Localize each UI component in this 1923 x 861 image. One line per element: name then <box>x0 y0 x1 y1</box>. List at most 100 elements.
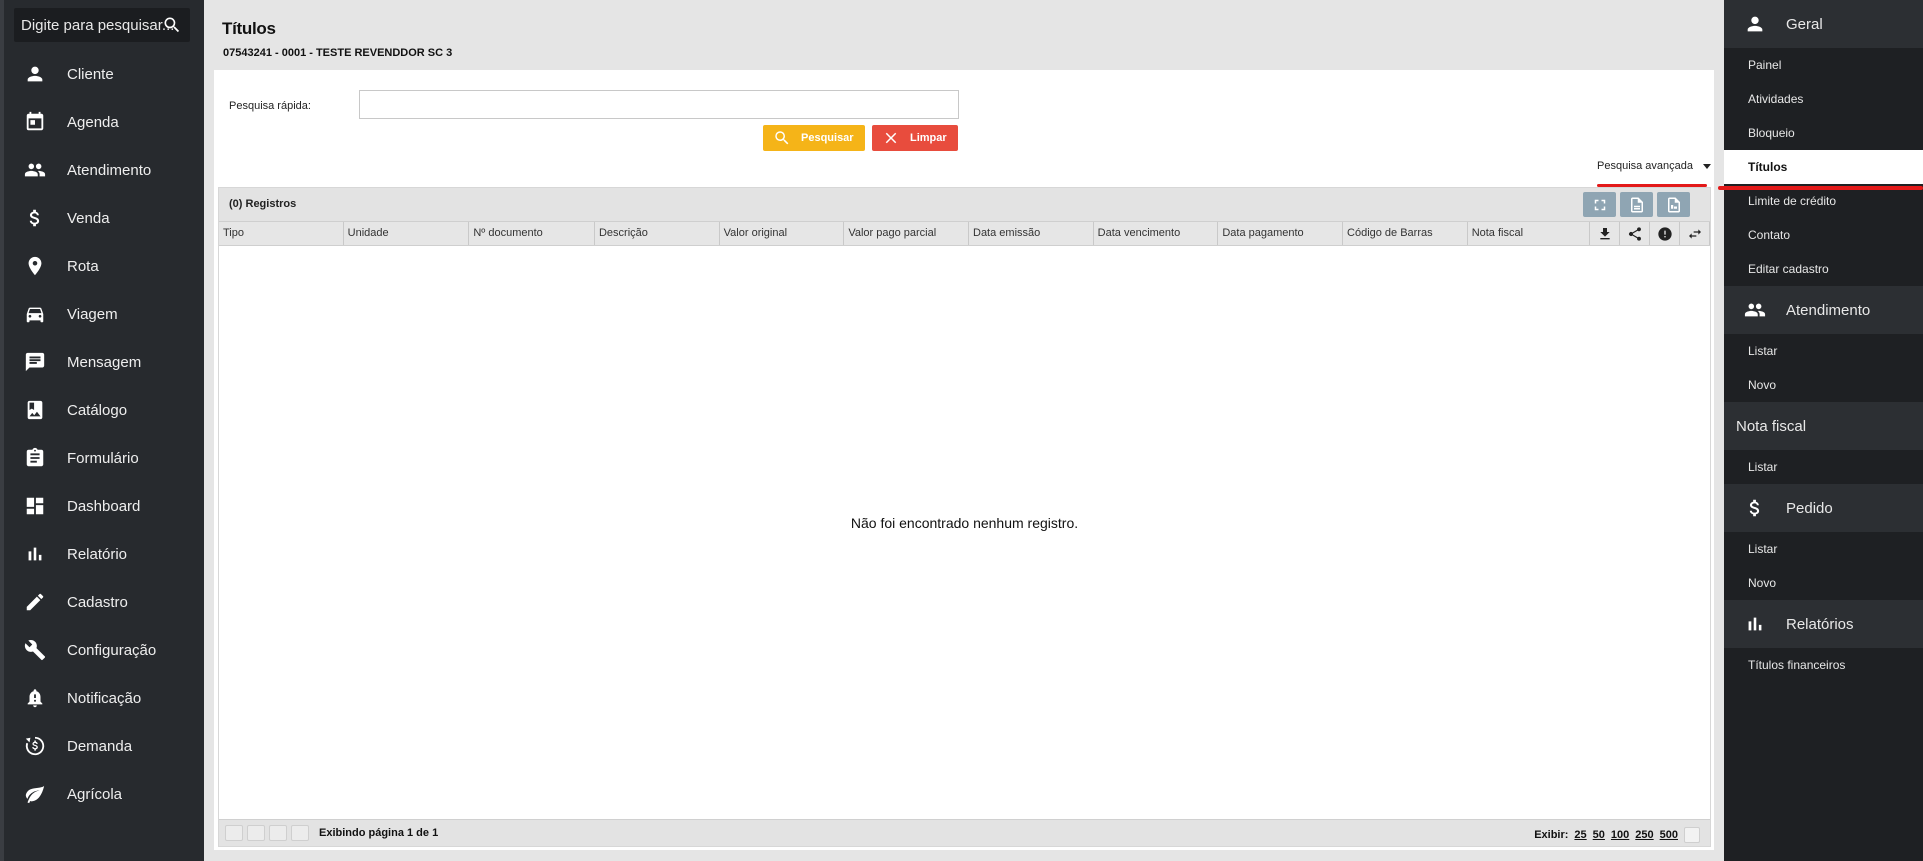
column-header-data-pagamento[interactable]: Data pagamento <box>1218 222 1344 245</box>
search-button[interactable]: Pesquisar <box>763 125 865 151</box>
sidebar-item-viagem[interactable]: Viagem <box>0 290 204 338</box>
sidebar-item-cliente[interactable]: Cliente <box>0 50 204 98</box>
export-pdf-button[interactable] <box>1657 192 1690 217</box>
sidebar-item-relatorio[interactable]: Relatório <box>0 530 204 578</box>
sidebar-item-label: Atendimento <box>67 161 152 179</box>
sidebar-item-label: Agenda <box>67 113 119 131</box>
share-column-header[interactable] <box>1620 222 1651 245</box>
menu-item-pedido-novo[interactable]: Novo <box>1724 566 1923 600</box>
menu-item-bloqueio[interactable]: Bloqueio <box>1724 116 1923 150</box>
menu-item-contato[interactable]: Contato <box>1724 218 1923 252</box>
results-grid: (0) Registros Tipo Unidade Nº documento <box>218 187 1711 847</box>
sidebar-item-venda[interactable]: Venda <box>0 194 204 242</box>
per-page-option[interactable]: 100 <box>1611 829 1629 841</box>
per-page-option[interactable]: 500 <box>1660 829 1678 841</box>
sidebar-item-catalogo[interactable]: Catálogo <box>0 386 204 434</box>
column-header-data-emissao[interactable]: Data emissão <box>969 222 1094 245</box>
section-atendimento[interactable]: Atendimento <box>1724 286 1923 334</box>
sidebar-item-agricola[interactable]: Agrícola <box>0 770 204 818</box>
sidebar-nav: Cliente Agenda Atendimento Venda Rota Vi… <box>0 50 204 818</box>
quick-search-input[interactable] <box>359 90 959 119</box>
sidebar-item-configuracao[interactable]: Configuração <box>0 626 204 674</box>
sidebar-item-label: Agrícola <box>67 785 123 803</box>
sidebar-item-label: Catálogo <box>67 401 128 419</box>
next-page-button[interactable] <box>269 825 287 841</box>
column-header-valor-original[interactable]: Valor original <box>720 222 845 245</box>
menu-item-pedido-listar[interactable]: Listar <box>1724 532 1923 566</box>
csv-file-icon <box>1630 197 1643 212</box>
sidebar-item-atendimento[interactable]: Atendimento <box>0 146 204 194</box>
menu-item-painel[interactable]: Painel <box>1724 48 1923 82</box>
catalog-icon <box>24 399 46 421</box>
section-geral[interactable]: Geral <box>1724 0 1923 48</box>
clipboard-icon <box>24 447 46 469</box>
main-content: Títulos 07543241 - 0001 - TESTE REVENDDO… <box>204 0 1724 861</box>
sidebar-item-label: Relatório <box>67 545 128 563</box>
sidebar-item-rota[interactable]: Rota <box>0 242 204 290</box>
pencil-icon <box>24 591 46 613</box>
person-icon <box>1744 13 1766 35</box>
first-page-button[interactable] <box>225 825 243 841</box>
section-pedido[interactable]: Pedido <box>1724 484 1923 532</box>
sidebar-item-cadastro[interactable]: Cadastro <box>0 578 204 626</box>
search-icon <box>775 131 789 145</box>
menu-item-atividades[interactable]: Atividades <box>1724 82 1923 116</box>
column-header-data-vencimento[interactable]: Data vencimento <box>1094 222 1219 245</box>
export-csv-button[interactable] <box>1620 192 1653 217</box>
column-header-nota-fiscal[interactable]: Nota fiscal <box>1468 222 1591 245</box>
per-page-option[interactable]: 250 <box>1635 829 1653 841</box>
download-column-header[interactable] <box>1590 222 1621 245</box>
clear-button[interactable]: Limpar <box>872 125 958 151</box>
people-icon <box>1744 299 1766 321</box>
column-header-unidade[interactable]: Unidade <box>344 222 470 245</box>
dollar-icon <box>1744 497 1766 519</box>
alert-column-header[interactable] <box>1650 222 1681 245</box>
menu-item-editar-cadastro[interactable]: Editar cadastro <box>1724 252 1923 286</box>
per-page-selector: Exibir: 25 50 100 250 500 <box>1534 827 1700 843</box>
column-header-codigo-barras[interactable]: Código de Barras <box>1343 222 1468 245</box>
sidebar-item-label: Notificação <box>67 689 142 707</box>
dashboard-icon <box>24 495 46 517</box>
column-header-documento[interactable]: Nº documento <box>469 222 595 245</box>
search-icon[interactable] <box>162 15 182 35</box>
menu-item-titulos[interactable]: Títulos <box>1724 150 1923 184</box>
fullscreen-button[interactable] <box>1583 192 1616 217</box>
page-title: Títulos <box>222 19 276 38</box>
sidebar-item-agenda[interactable]: Agenda <box>0 98 204 146</box>
menu-item-nota-fiscal-listar[interactable]: Listar <box>1724 450 1923 484</box>
advanced-search-toggle[interactable]: Pesquisa avançada <box>1597 160 1712 172</box>
sidebar-item-notificacao[interactable]: Notificação <box>0 674 204 722</box>
grid-column-headers: Tipo Unidade Nº documento Descrição Valo… <box>219 221 1711 246</box>
section-title: Atendimento <box>1786 301 1871 319</box>
lightbulb-icon[interactable] <box>1684 827 1700 843</box>
menu-item-atendimento-listar[interactable]: Listar <box>1724 334 1923 368</box>
sidebar-item-label: Dashboard <box>67 497 141 515</box>
column-header-valor-pago-parcial[interactable]: Valor pago parcial <box>844 222 969 245</box>
pager: Exibindo página 1 de 1 Exibir: 25 50 100… <box>219 819 1710 846</box>
menu-item-atendimento-novo[interactable]: Novo <box>1724 368 1923 402</box>
sidebar-item-dashboard[interactable]: Dashboard <box>0 482 204 530</box>
sidebar-item-demanda[interactable]: Demanda <box>0 722 204 770</box>
section-relatorios[interactable]: Relatórios <box>1724 600 1923 648</box>
records-count: (0) Registros <box>229 198 297 210</box>
search-panel: Pesquisa rápida: Pesquisar Limpar Pesqui… <box>214 70 1714 850</box>
alert-icon <box>1657 226 1672 241</box>
sidebar-item-label: Configuração <box>67 641 157 659</box>
last-page-button[interactable] <box>291 825 309 841</box>
sidebar-item-formulario[interactable]: Formulário <box>0 434 204 482</box>
section-nota-fiscal[interactable]: Nota fiscal <box>1724 402 1923 450</box>
section-title: Geral <box>1786 15 1823 33</box>
pager-status: Exibindo página 1 de 1 <box>319 827 439 839</box>
per-page-option[interactable]: 25 <box>1574 829 1586 841</box>
section-title: Pedido <box>1786 499 1833 517</box>
page-subtitle: 07543241 - 0001 - TESTE REVENDDOR SC 3 <box>223 47 453 59</box>
swap-column-header[interactable] <box>1680 222 1711 245</box>
location-pin-icon <box>24 255 46 277</box>
prev-page-button[interactable] <box>247 825 265 841</box>
sidebar-search-input[interactable]: Digite para pesquisar... <box>14 8 190 42</box>
menu-item-titulos-financeiros[interactable]: Títulos financeiros <box>1724 648 1923 682</box>
per-page-option[interactable]: 50 <box>1593 829 1605 841</box>
column-header-descricao[interactable]: Descrição <box>595 222 720 245</box>
column-header-tipo[interactable]: Tipo <box>219 222 344 245</box>
sidebar-item-mensagem[interactable]: Mensagem <box>0 338 204 386</box>
